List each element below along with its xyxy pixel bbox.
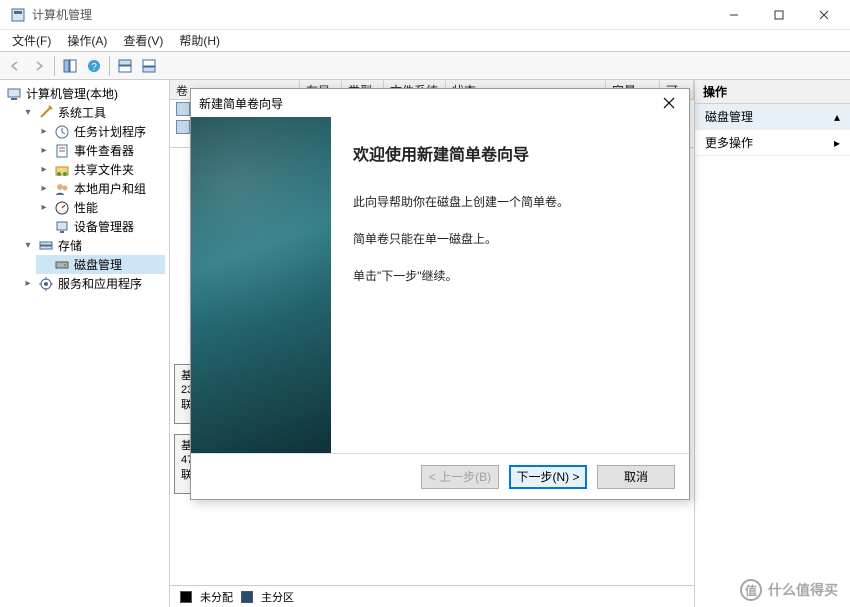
wizard-next-button[interactable]: 下一步(N) >: [509, 465, 587, 489]
tree-label: 共享文件夹: [74, 161, 134, 178]
wizard-back-button[interactable]: < 上一步(B): [421, 465, 499, 489]
actions-section[interactable]: 磁盘管理 ▴: [695, 104, 850, 130]
close-button[interactable]: [801, 1, 846, 29]
view-top-icon[interactable]: [114, 55, 136, 77]
view-bottom-icon[interactable]: [138, 55, 160, 77]
services-icon: [38, 276, 54, 292]
wizard-title: 新建简单卷向导: [199, 95, 283, 112]
wizard-heading: 欢迎使用新建简单卷向导: [353, 141, 667, 165]
menu-file[interactable]: 文件(F): [4, 30, 59, 51]
expand-icon[interactable]: ▸: [38, 164, 50, 175]
toolbar-separator: [54, 56, 55, 76]
tools-icon: [38, 105, 54, 121]
window-titlebar: 计算机管理: [0, 0, 850, 30]
wizard-text-1: 此向导帮助你在磁盘上创建一个简单卷。: [353, 193, 667, 212]
wizard-text-3: 单击"下一步"继续。: [353, 267, 667, 286]
tree-shared-folders[interactable]: ▸ 共享文件夹: [36, 160, 165, 179]
tree-label: 系统工具: [58, 104, 106, 121]
tree-label: 本地用户和组: [74, 180, 146, 197]
event-icon: [54, 143, 70, 159]
forward-icon[interactable]: [28, 55, 50, 77]
tree-label: 存储: [58, 237, 82, 254]
performance-icon: [54, 200, 70, 216]
expand-icon[interactable]: ▸: [38, 183, 50, 194]
actions-pane: 操作 磁盘管理 ▴ 更多操作 ▸: [695, 80, 850, 607]
back-icon[interactable]: [4, 55, 26, 77]
legend-swatch-unallocated: [180, 591, 192, 603]
tree-device-manager[interactable]: 设备管理器: [36, 217, 165, 236]
tree-storage[interactable]: ▾ 存储: [20, 236, 165, 255]
collapse-icon[interactable]: ▾: [22, 240, 34, 251]
share-icon: [54, 162, 70, 178]
clock-icon: [54, 124, 70, 140]
wizard-content: 欢迎使用新建简单卷向导 此向导帮助你在磁盘上创建一个简单卷。 简单卷只能在单一磁…: [331, 117, 689, 453]
computer-icon: [6, 86, 22, 102]
drive-icon: [176, 120, 190, 134]
tree-disk-management[interactable]: 磁盘管理: [36, 255, 165, 274]
window-title: 计算机管理: [32, 6, 711, 23]
collapse-icon: ▴: [834, 110, 840, 124]
actions-more-label: 更多操作: [705, 134, 753, 151]
actions-header: 操作: [695, 80, 850, 104]
tree-label: 任务计划程序: [74, 123, 146, 140]
wizard-banner: [191, 117, 331, 453]
tree-system-tools[interactable]: ▾ 系统工具: [20, 103, 165, 122]
menu-view[interactable]: 查看(V): [115, 30, 171, 51]
disk-icon: [54, 257, 70, 273]
wizard-cancel-button[interactable]: 取消: [597, 465, 675, 489]
new-simple-volume-wizard: 新建简单卷向导 欢迎使用新建简单卷向导 此向导帮助你在磁盘上创建一个简单卷。 简…: [190, 88, 690, 500]
expand-icon[interactable]: ▸: [38, 202, 50, 213]
tree-local-users[interactable]: ▸ 本地用户和组: [36, 179, 165, 198]
legend: 未分配 主分区: [170, 585, 694, 607]
wizard-button-row: < 上一步(B) 下一步(N) > 取消: [191, 453, 689, 499]
tree-root-label: 计算机管理(本地): [26, 85, 118, 102]
menubar: 文件(F) 操作(A) 查看(V) 帮助(H): [0, 30, 850, 52]
tree-root[interactable]: 计算机管理(本地): [4, 84, 165, 103]
storage-icon: [38, 238, 54, 254]
actions-section-label: 磁盘管理: [705, 108, 753, 125]
drive-icon: [176, 102, 190, 116]
legend-label-unallocated: 未分配: [200, 589, 233, 605]
tree-label: 服务和应用程序: [58, 275, 142, 292]
close-icon: [663, 97, 675, 109]
collapse-icon[interactable]: ▾: [22, 107, 34, 118]
wizard-titlebar: 新建简单卷向导: [191, 89, 689, 117]
toolbar: ?: [0, 52, 850, 80]
tree-task-scheduler[interactable]: ▸ 任务计划程序: [36, 122, 165, 141]
show-hide-tree-icon[interactable]: [59, 55, 81, 77]
menu-action[interactable]: 操作(A): [59, 30, 115, 51]
device-icon: [54, 219, 70, 235]
app-icon: [10, 7, 26, 23]
svg-text:?: ?: [91, 62, 97, 73]
tree-label: 性能: [74, 199, 98, 216]
expand-icon[interactable]: ▸: [38, 145, 50, 156]
maximize-button[interactable]: [756, 1, 801, 29]
expand-icon[interactable]: ▸: [38, 126, 50, 137]
tree-label: 事件查看器: [74, 142, 134, 159]
wizard-close-button[interactable]: [657, 91, 681, 115]
tree-services-apps[interactable]: ▸ 服务和应用程序: [20, 274, 165, 293]
expand-icon[interactable]: ▸: [22, 278, 34, 289]
tree-event-viewer[interactable]: ▸ 事件查看器: [36, 141, 165, 160]
legend-label-primary: 主分区: [261, 589, 294, 605]
minimize-button[interactable]: [711, 1, 756, 29]
users-icon: [54, 181, 70, 197]
navigation-tree: 计算机管理(本地) ▾ 系统工具 ▸ 任务计划程序 ▸ 事件查看器 ▸ 共享文件夹 ▸ 本…: [0, 80, 170, 607]
tree-performance[interactable]: ▸ 性能: [36, 198, 165, 217]
tree-label: 设备管理器: [74, 218, 134, 235]
toolbar-separator: [109, 56, 110, 76]
wizard-text-2: 简单卷只能在单一磁盘上。: [353, 230, 667, 249]
legend-swatch-primary: [241, 591, 253, 603]
tree-label: 磁盘管理: [74, 256, 122, 273]
help-icon[interactable]: ?: [83, 55, 105, 77]
submenu-icon: ▸: [834, 136, 840, 150]
menu-help[interactable]: 帮助(H): [171, 30, 228, 51]
actions-more[interactable]: 更多操作 ▸: [695, 130, 850, 156]
